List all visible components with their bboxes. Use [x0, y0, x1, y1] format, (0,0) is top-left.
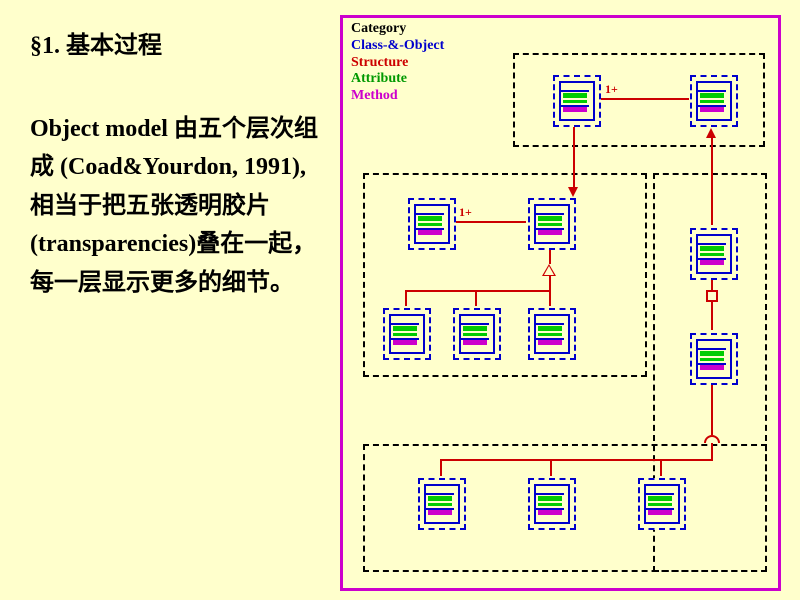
class-object: [690, 333, 734, 381]
legend-category: Category: [351, 21, 444, 38]
class-object: [690, 228, 734, 276]
class-object: [383, 308, 427, 356]
structure-line: [405, 290, 551, 292]
body-paragraph: Object model 由五个层次组成 (Coad&Yourdon, 1991…: [30, 110, 320, 302]
legend: Category Class-&-Object Structure Attrib…: [351, 21, 444, 105]
structure-line: [711, 385, 713, 435]
multiplicity-label: 1+: [459, 205, 472, 220]
legend-method: Method: [351, 88, 444, 105]
multiplicity-label: 1+: [605, 82, 618, 97]
legend-attribute: Attribute: [351, 71, 444, 88]
class-object: [453, 308, 497, 356]
arrow-up-icon: [706, 128, 716, 138]
class-object: [528, 308, 572, 356]
structure-line: [440, 459, 713, 461]
legend-structure: Structure: [351, 55, 444, 72]
arrow-down-icon: [568, 187, 578, 197]
gen-spec-icon: [542, 264, 556, 276]
structure-line: [660, 459, 662, 476]
structure-line: [601, 98, 689, 100]
structure-line: [549, 250, 551, 264]
structure-line: [549, 290, 551, 306]
class-object: [690, 75, 734, 123]
structure-line: [573, 127, 575, 189]
structure-line: [550, 459, 552, 476]
class-object: [528, 198, 572, 246]
class-object: [418, 478, 462, 526]
whole-part-icon: [706, 290, 718, 302]
section-heading: §1. 基本过程: [30, 25, 320, 60]
class-object: [528, 478, 572, 526]
structure-line: [711, 302, 713, 330]
structure-line: [475, 290, 477, 306]
structure-line: [456, 221, 526, 223]
structure-line: [711, 137, 713, 225]
class-object: [408, 198, 452, 246]
structure-line: [549, 276, 551, 290]
diagram: Category Class-&-Object Structure Attrib…: [340, 15, 781, 591]
structure-line: [711, 280, 713, 290]
legend-class: Class-&-Object: [351, 38, 444, 55]
structure-line: [440, 459, 442, 476]
class-object: [553, 75, 597, 123]
class-object: [638, 478, 682, 526]
structure-line: [405, 290, 407, 306]
